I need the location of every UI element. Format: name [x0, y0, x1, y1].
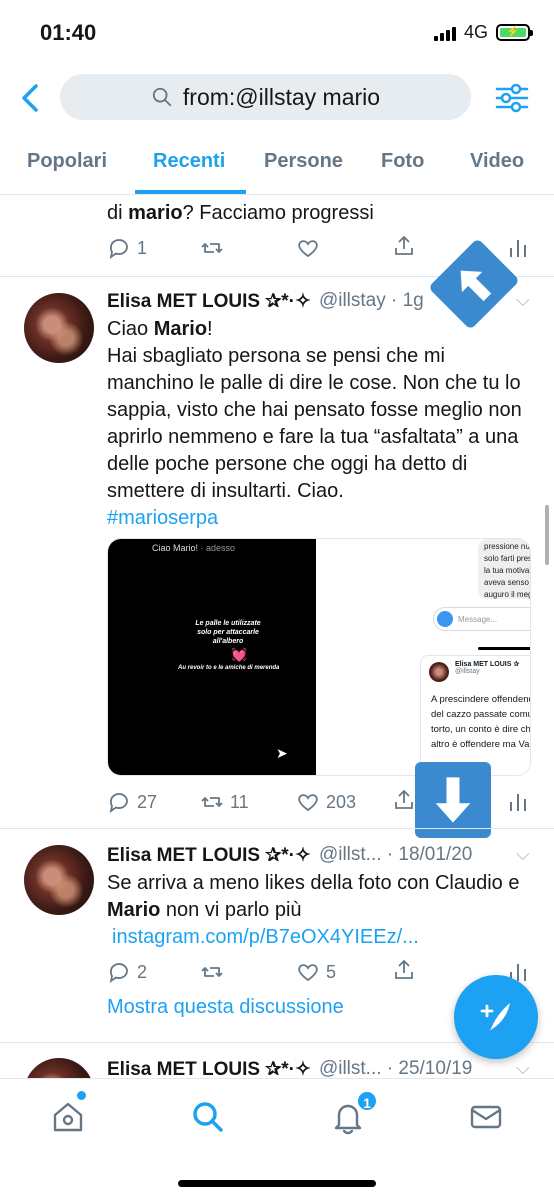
home-indicator[interactable] [178, 1180, 376, 1187]
retweet-button[interactable]: 11 [200, 790, 249, 814]
signal-icon [433, 25, 456, 41]
reply-button[interactable]: 27 [107, 790, 157, 814]
feather-plus-icon [480, 1003, 510, 1031]
like-button[interactable]: 203 [296, 790, 356, 814]
avatar[interactable] [24, 845, 94, 915]
active-tab-indicator [135, 190, 246, 194]
like-button[interactable]: 5 [296, 960, 336, 984]
share-button[interactable] [392, 234, 416, 258]
chevron-down-icon[interactable]: ⌵ [516, 1058, 530, 1079]
divider [0, 828, 554, 829]
search-input[interactable]: from:@illstay mario [60, 74, 471, 120]
analytics-icon [510, 240, 526, 257]
battery-icon: ⚡ [496, 24, 533, 41]
analytics-icon [510, 794, 526, 811]
hashtag-link[interactable]: #marioserpa [107, 505, 537, 532]
reply-icon [109, 963, 128, 984]
heart-emoji-icon: 💓 [231, 647, 248, 662]
back-arrow-icon[interactable] [16, 80, 46, 116]
author-handle: @illst... · 18/01/20 [318, 844, 473, 865]
scrollbar[interactable] [545, 505, 549, 565]
dm-screenshot: pressione nulla. Quindi niente, volevo s… [318, 539, 530, 775]
heart-icon [298, 964, 318, 982]
search-query: from:@illstay mario [182, 83, 381, 110]
tweet-text: di mario? Facciamo progressi [107, 202, 374, 224]
tweet-text: Ciao Mario! Hai sbagliato persona se pen… [107, 316, 537, 532]
show-thread-link[interactable]: Mostra questa discussione [107, 996, 344, 1019]
search-icon[interactable] [190, 1099, 226, 1135]
tab-video[interactable]: Video [470, 150, 524, 173]
chevron-down-icon[interactable]: ⌵ [516, 844, 530, 865]
retweet-button[interactable] [200, 236, 224, 260]
dm-input: Message... + [433, 607, 530, 631]
compose-tweet-button[interactable] [454, 975, 538, 1059]
tab-popolari[interactable]: Popolari [27, 150, 107, 173]
search-tabs: Popolari Recenti Persone Foto Video [0, 140, 554, 195]
author-handle: @illstay · 1g [318, 290, 424, 311]
tweet-header: Elisa MET LOUIS ✰*·✧ @illstay · 1g [107, 290, 424, 313]
analytics-button[interactable] [506, 236, 530, 260]
like-button[interactable] [296, 236, 320, 260]
tweet-header: Elisa MET LOUIS ✰*·✧ @illst... · 18/01/2… [107, 844, 472, 867]
retweet-icon [201, 243, 223, 253]
tab-recenti[interactable]: Recenti [153, 150, 225, 173]
external-link[interactable]: instagram.com/p/B7eOX4YIEEz/... [107, 924, 537, 951]
avatar [429, 662, 449, 682]
quoted-tweet: Elisa MET LOUIS ✰ @illstay A prescindere… [420, 655, 530, 775]
author-name[interactable]: Elisa MET LOUIS ✰*·✧ [107, 290, 311, 313]
retweet-icon [201, 967, 223, 977]
home-indicator [478, 647, 530, 650]
notifications-badge: 1 [356, 1090, 378, 1112]
camera-icon [437, 611, 453, 627]
chevron-down-icon[interactable]: ⌵ [516, 290, 530, 311]
annotation-arrow-icon [415, 762, 491, 838]
tweet-text: Se arriva a meno likes della foto con Cl… [107, 870, 537, 951]
tweet-media[interactable]: Ciao Mario! · adesso Le palle le utilizz… [107, 538, 531, 776]
send-icon: ➤ [276, 745, 288, 761]
share-icon [395, 789, 413, 809]
tab-foto[interactable]: Foto [381, 150, 424, 173]
status-indicators: 4G ⚡ [433, 22, 533, 43]
share-icon [395, 959, 413, 979]
retweet-button[interactable] [200, 960, 224, 984]
share-icon [395, 235, 413, 255]
filter-icon[interactable] [494, 80, 530, 116]
network-label: 4G [463, 22, 488, 42]
share-button[interactable] [392, 788, 416, 812]
status-time: 01:40 [40, 20, 97, 45]
reply-icon [109, 793, 128, 814]
reply-icon [109, 239, 128, 260]
heart-icon [298, 794, 318, 812]
retweet-icon [201, 797, 223, 807]
reply-button[interactable]: 1 [107, 236, 147, 260]
heart-icon [298, 240, 318, 258]
reply-button[interactable]: 2 [107, 960, 147, 984]
story-screenshot: Ciao Mario! · adesso Le palle le utilizz… [108, 539, 316, 775]
home-new-dot [77, 1091, 86, 1100]
story-header: Ciao Mario! · adesso [152, 543, 236, 553]
avatar[interactable] [24, 293, 94, 363]
home-icon[interactable] [50, 1099, 86, 1135]
analytics-button[interactable] [506, 790, 530, 814]
search-icon [152, 87, 172, 107]
tab-persone[interactable]: Persone [264, 150, 343, 173]
share-button[interactable] [392, 958, 416, 982]
author-name[interactable]: Elisa MET LOUIS ✰*·✧ [107, 844, 311, 867]
messages-icon[interactable] [468, 1099, 504, 1135]
